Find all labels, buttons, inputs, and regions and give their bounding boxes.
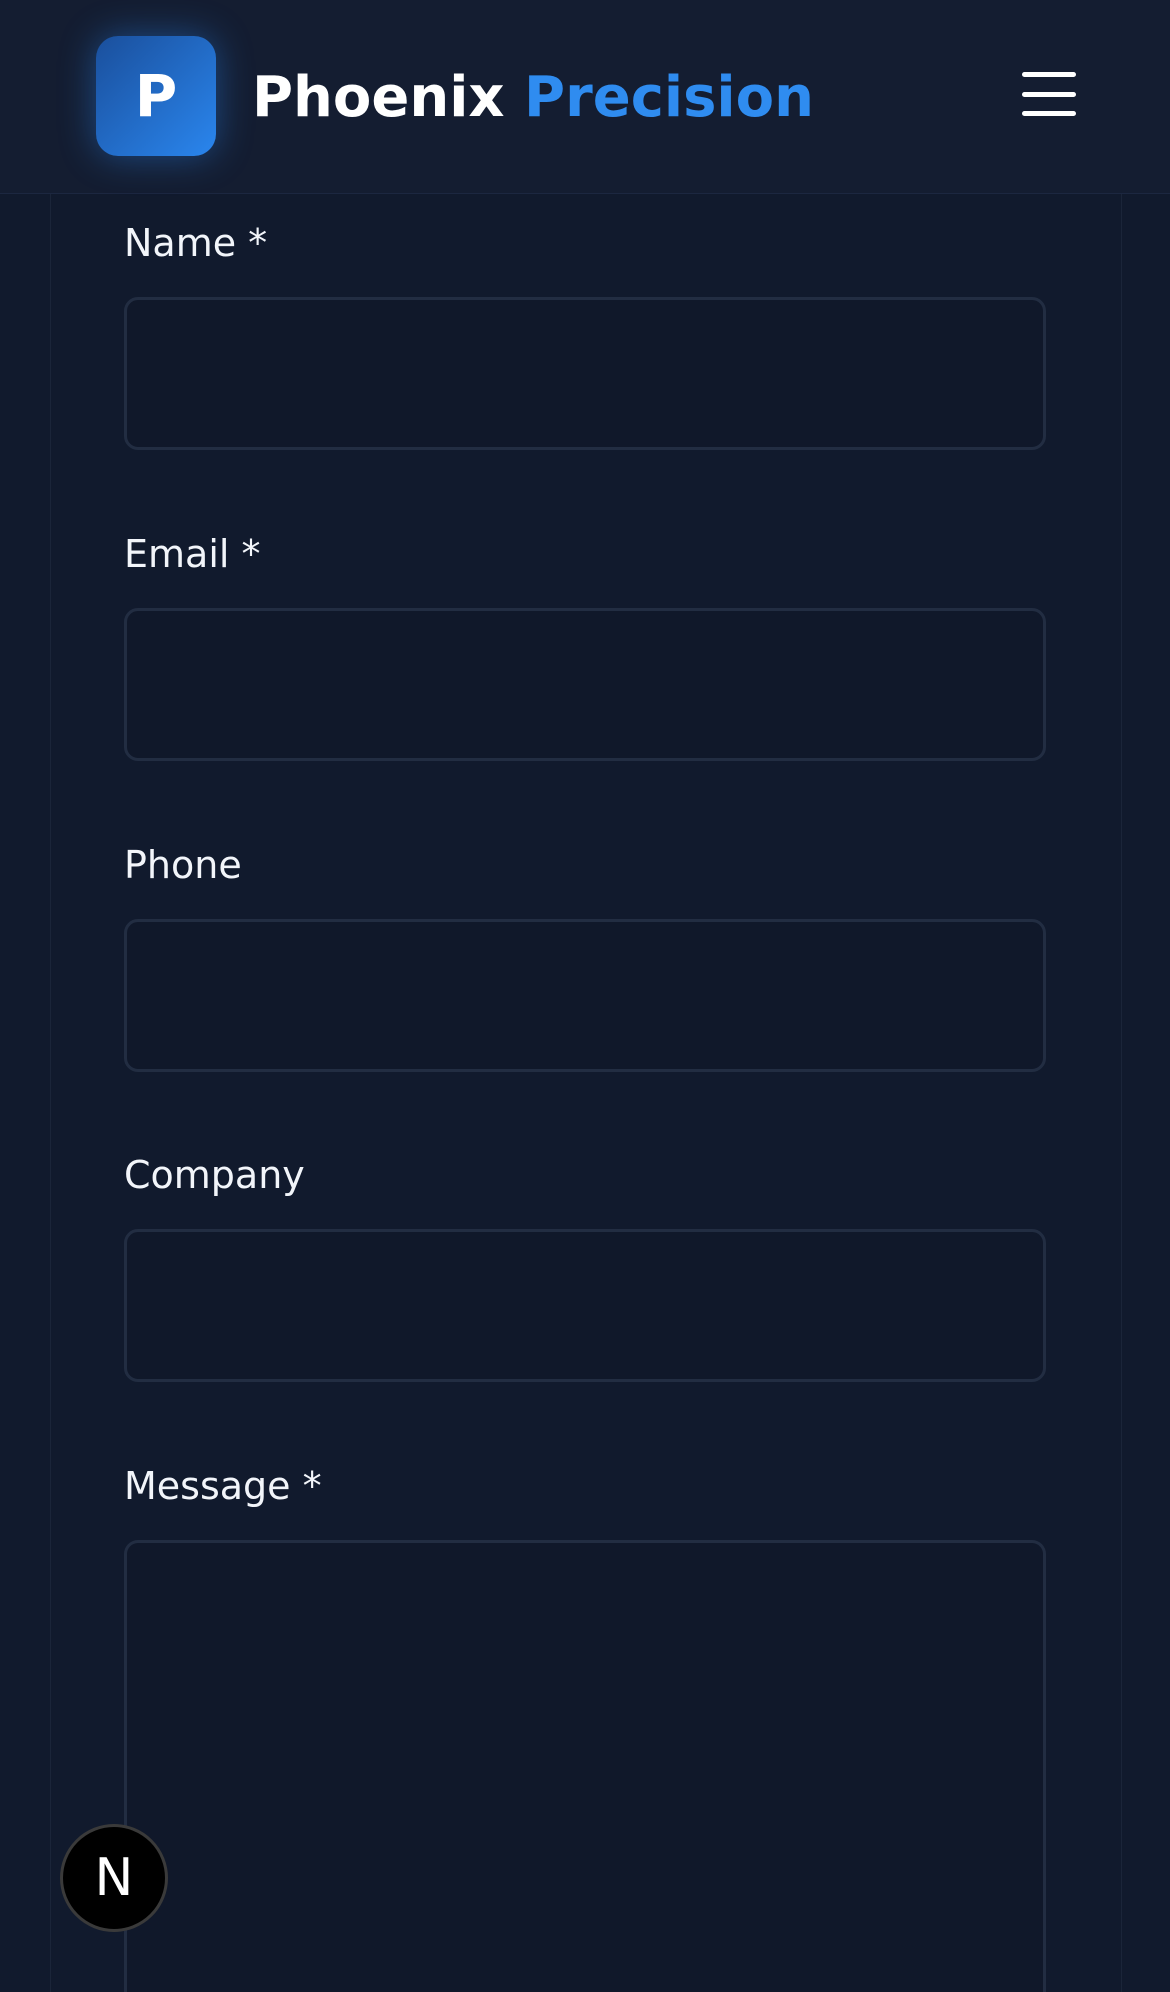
menu-bar [1022, 72, 1076, 77]
brand-name-primary: Phoenix [252, 65, 505, 130]
hamburger-menu-icon[interactable] [1018, 66, 1080, 122]
email-label: Email * [124, 532, 261, 576]
email-field[interactable] [124, 608, 1046, 761]
logo-icon[interactable]: P [96, 36, 216, 156]
phone-label: Phone [124, 843, 242, 887]
brand-name-accent: Precision [524, 65, 814, 130]
message-label: Message * [124, 1464, 322, 1508]
menu-bar [1022, 111, 1076, 116]
name-field[interactable] [124, 297, 1046, 450]
site-header: P Phoenix Precision [0, 0, 1170, 194]
logo-letter: P [134, 62, 178, 130]
name-label: Name * [124, 221, 268, 265]
company-field[interactable] [124, 1229, 1046, 1382]
badge-letter: N [94, 1848, 134, 1908]
message-field[interactable] [124, 1540, 1046, 1992]
nextjs-dev-indicator-icon[interactable]: N [60, 1824, 168, 1932]
brand-name[interactable]: Phoenix Precision [252, 58, 814, 138]
phone-field[interactable] [124, 919, 1046, 1072]
company-label: Company [124, 1153, 305, 1197]
contact-page: P Phoenix Precision Name * Email * Phone… [0, 0, 1170, 1992]
menu-bar [1022, 91, 1076, 97]
